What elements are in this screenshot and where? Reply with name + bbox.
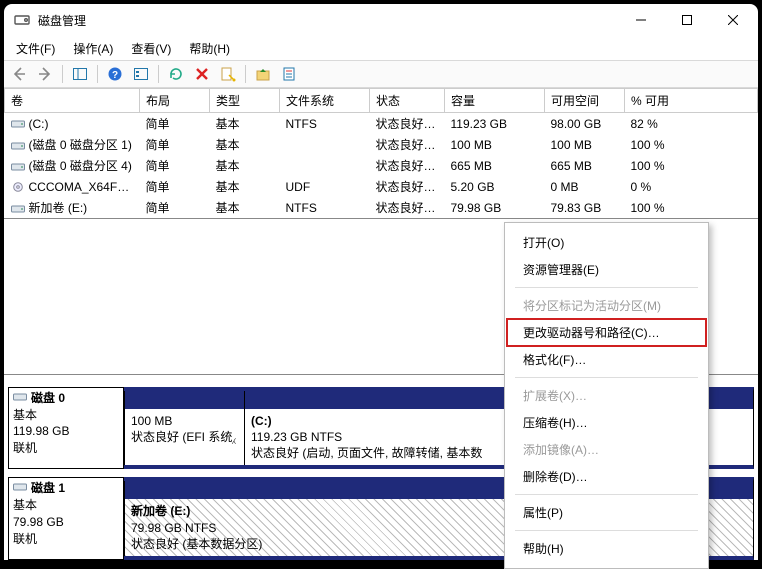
minimize-button[interactable] <box>618 4 664 36</box>
table-row[interactable]: CCCOMA_X64FR…简单基本UDF状态良好 (…5.20 GB0 MB0 … <box>5 176 758 197</box>
app-icon <box>14 12 30 28</box>
col-pct[interactable]: % 可用 <box>625 89 758 113</box>
col-volume[interactable]: 卷 <box>5 89 140 113</box>
col-layout[interactable]: 布局 <box>140 89 210 113</box>
menu-help[interactable]: 帮助(H) <box>181 38 238 59</box>
menu-file[interactable]: 文件(F) <box>8 38 63 59</box>
ctx-delete-volume[interactable]: 删除卷(D)… <box>507 463 706 490</box>
disk-icon <box>13 480 27 497</box>
window-title: 磁盘管理 <box>38 12 86 29</box>
delete-toolbar-button[interactable] <box>191 63 213 85</box>
ctx-format[interactable]: 格式化(F)… <box>507 346 706 373</box>
ctx-add-mirror: 添加镜像(A)… <box>507 436 706 463</box>
col-fs[interactable]: 文件系统 <box>280 89 370 113</box>
ctx-open[interactable]: 打开(O) <box>507 229 706 256</box>
menubar: 文件(F) 操作(A) 查看(V) 帮助(H) <box>4 36 758 60</box>
drive-icon <box>11 119 25 129</box>
titlebar: 磁盘管理 <box>4 4 758 36</box>
table-row[interactable]: (磁盘 0 磁盘分区 4)简单基本状态良好 (…665 MB665 MB100 … <box>5 155 758 176</box>
menu-view[interactable]: 查看(V) <box>123 38 179 59</box>
ctx-properties[interactable]: 属性(P) <box>507 499 706 526</box>
help-button[interactable]: ? <box>104 63 126 85</box>
volume-table-wrap: 卷 布局 类型 文件系统 状态 容量 可用空间 % 可用 (C:)简单基本NTF… <box>4 88 758 219</box>
table-row[interactable]: 新加卷 (E:)简单基本NTFS状态良好 (…79.98 GB79.83 GB1… <box>5 197 758 218</box>
disk-label[interactable]: 磁盘 0基本119.98 GB联机 <box>8 387 124 470</box>
show-hide-tree-button[interactable] <box>69 63 91 85</box>
maximize-button[interactable] <box>664 4 710 36</box>
close-button[interactable] <box>710 4 756 36</box>
refresh-button[interactable] <box>165 63 187 85</box>
toolbar: ? <box>4 60 758 88</box>
context-menu: 打开(O) 资源管理器(E) 将分区标记为活动分区(M) 更改驱动器号和路径(C… <box>504 222 709 569</box>
table-row[interactable]: (C:)简单基本NTFS状态良好 (…119.23 GB98.00 GB82 % <box>5 113 758 135</box>
ctx-help[interactable]: 帮助(H) <box>507 535 706 562</box>
disk-icon <box>13 390 27 407</box>
properties-toolbar-button[interactable] <box>278 63 300 85</box>
back-button[interactable] <box>8 63 30 85</box>
menu-action[interactable]: 操作(A) <box>65 38 121 59</box>
disk-label[interactable]: 磁盘 1基本79.98 GB联机 <box>8 477 124 560</box>
col-status[interactable]: 状态 <box>370 89 445 113</box>
table-row[interactable]: (磁盘 0 磁盘分区 1)简单基本状态良好 (…100 MB100 MB100 … <box>5 134 758 155</box>
partition[interactable]: 100 MB状态良好 (EFI 系统⁁ <box>124 391 244 466</box>
drive-icon <box>11 204 25 214</box>
svg-text:?: ? <box>112 70 118 81</box>
drive-icon <box>11 162 25 172</box>
col-free[interactable]: 可用空间 <box>545 89 625 113</box>
col-type[interactable]: 类型 <box>210 89 280 113</box>
action-toolbar-button[interactable] <box>217 63 239 85</box>
drive-icon <box>11 141 25 151</box>
forward-button[interactable] <box>34 63 56 85</box>
settings-toolbar-button[interactable] <box>130 63 152 85</box>
up-button[interactable] <box>252 63 274 85</box>
drive-icon <box>11 182 25 192</box>
volume-table: 卷 布局 类型 文件系统 状态 容量 可用空间 % 可用 (C:)简单基本NTF… <box>4 88 758 218</box>
table-header-row: 卷 布局 类型 文件系统 状态 容量 可用空间 % 可用 <box>5 89 758 113</box>
ctx-explore[interactable]: 资源管理器(E) <box>507 256 706 283</box>
col-capacity[interactable]: 容量 <box>445 89 545 113</box>
ctx-shrink[interactable]: 压缩卷(H)… <box>507 409 706 436</box>
ctx-mark-active: 将分区标记为活动分区(M) <box>507 292 706 319</box>
ctx-change-drive-letter[interactable]: 更改驱动器号和路径(C)… <box>507 319 706 346</box>
ctx-extend: 扩展卷(X)… <box>507 382 706 409</box>
